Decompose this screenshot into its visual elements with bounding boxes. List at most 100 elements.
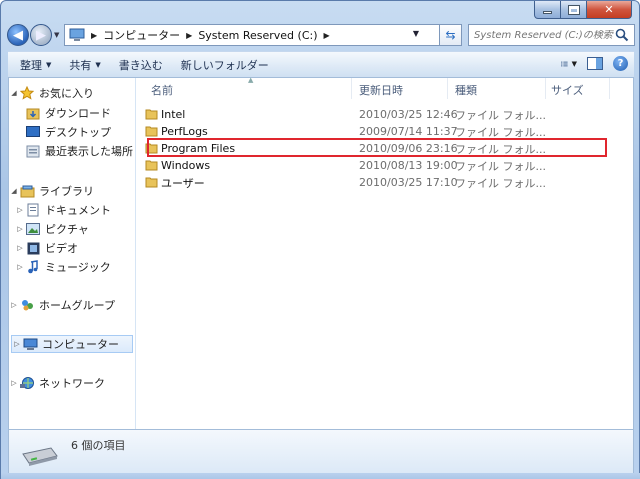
file-date: 2009/07/14 11:37 (359, 125, 458, 138)
expand-arrow-icon[interactable]: ▷ (15, 206, 25, 214)
details-pane: 6 個の項目 (8, 429, 634, 473)
minimize-button[interactable] (534, 1, 561, 19)
expand-arrow-icon[interactable]: ▷ (15, 225, 25, 233)
refresh-button[interactable]: ⇆ (440, 24, 462, 46)
view-list-icon (561, 61, 568, 66)
breadcrumb-drive[interactable]: System Reserved (C:) (198, 29, 317, 42)
breadcrumb-separator-icon[interactable]: ▶ (324, 31, 330, 40)
new-folder-label: 新しいフォルダー (180, 58, 269, 72)
nav-network[interactable]: ▷ ネットワーク (9, 374, 135, 392)
toolbar-right: ▼ ? (561, 56, 628, 71)
nav-computer[interactable]: ▷ コンピューター (11, 335, 133, 353)
forward-button[interactable]: ▶ (30, 24, 52, 46)
file-row[interactable]: ユーザー 2010/03/25 17:10 ファイル フォル... (145, 174, 603, 191)
help-button[interactable]: ? (613, 56, 628, 71)
file-type: ファイル フォル... (455, 176, 546, 190)
column-header-type[interactable]: 種類 (455, 82, 477, 98)
column-divider[interactable] (447, 78, 448, 99)
file-name: Windows (161, 159, 211, 172)
file-type: ファイル フォル... (455, 159, 546, 173)
share-button[interactable]: 共有 ▼ (69, 57, 100, 73)
nav-pictures-label: ピクチャ (45, 223, 89, 236)
expand-arrow-icon[interactable]: ▷ (9, 379, 19, 387)
expand-arrow-icon[interactable]: ▷ (9, 301, 19, 309)
file-list-pane: ▲ 名前 更新日時 種類 サイズ Intel 2010/03/25 12:46 … (137, 76, 633, 429)
nav-videos[interactable]: ▷ ビデオ (15, 239, 135, 257)
nav-recent-places[interactable]: 最近表示した場所 (25, 142, 135, 160)
content-area: ◢ お気に入り ダウンロード デスクトップ 最近表示した場所 ◢ ライブラリ ▷… (8, 76, 634, 429)
close-icon: ✕ (604, 3, 614, 16)
expand-arrow-icon[interactable]: ▷ (15, 244, 25, 252)
file-date: 2010/03/25 12:46 (359, 108, 458, 121)
file-row[interactable]: Windows 2010/08/13 19:00 ファイル フォル... (145, 157, 603, 174)
breadcrumb-separator-icon[interactable]: ▶ (91, 31, 97, 40)
nav-music-label: ミュージック (45, 261, 111, 274)
address-dropdown-icon[interactable]: ▼ (413, 29, 419, 38)
maximize-button[interactable] (561, 1, 587, 19)
window-frame-bottom (1, 473, 640, 479)
expand-arrow-icon[interactable]: ▷ (12, 340, 22, 348)
preview-pane-button[interactable] (587, 57, 603, 71)
downloads-folder-icon (25, 106, 41, 120)
nav-libraries[interactable]: ◢ ライブラリ (9, 182, 135, 200)
videos-icon (25, 241, 41, 255)
close-button[interactable]: ✕ (587, 1, 632, 19)
help-icon: ? (617, 58, 624, 69)
nav-documents[interactable]: ▷ ドキュメント (15, 201, 135, 219)
column-header-modified[interactable]: 更新日時 (359, 82, 403, 98)
chevron-down-icon: ▼ (95, 60, 101, 69)
burn-button[interactable]: 書き込む (119, 57, 163, 73)
star-icon (19, 86, 35, 100)
nav-desktop[interactable]: デスクトップ (25, 123, 135, 141)
change-view-button[interactable]: ▼ (561, 57, 577, 71)
breadcrumb-computer[interactable]: コンピューター (103, 27, 180, 43)
recent-pages-dropdown[interactable]: ▼ (54, 31, 59, 39)
navigation-pane: ◢ お気に入り ダウンロード デスクトップ 最近表示した場所 ◢ ライブラリ ▷… (9, 78, 136, 429)
file-type: ファイル フォル... (455, 108, 546, 122)
chevron-down-icon[interactable]: ▼ (572, 60, 577, 68)
computer-icon (22, 337, 38, 351)
preview-pane-icon (587, 57, 603, 70)
forward-arrow-icon: ▶ (36, 27, 46, 43)
breadcrumb-separator-icon[interactable]: ▶ (186, 31, 192, 40)
nav-videos-label: ビデオ (45, 242, 78, 255)
collapse-arrow-icon[interactable]: ◢ (9, 187, 19, 195)
back-arrow-icon: ◀ (13, 27, 23, 43)
nav-downloads[interactable]: ダウンロード (25, 104, 135, 122)
desktop-icon (25, 125, 41, 139)
command-bar: 整理 ▼ 共有 ▼ 書き込む 新しいフォルダー ▼ ? (8, 51, 634, 78)
file-row[interactable]: Intel 2010/03/25 12:46 ファイル フォル... (145, 106, 603, 123)
nav-downloads-label: ダウンロード (45, 107, 111, 120)
highlight-box (147, 138, 607, 157)
address-bar[interactable]: ▶ コンピューター ▶ System Reserved (C:) ▶ ▼ (64, 24, 440, 46)
search-box[interactable] (468, 24, 635, 46)
file-date: 2010/03/25 17:10 (359, 176, 458, 189)
sort-ascending-icon: ▲ (248, 76, 254, 84)
library-icon (19, 184, 35, 198)
column-divider[interactable] (545, 78, 546, 99)
expand-arrow-icon[interactable]: ▷ (15, 263, 25, 271)
minimize-icon (543, 11, 552, 14)
new-folder-button[interactable]: 新しいフォルダー (181, 57, 269, 73)
nav-desktop-label: デスクトップ (45, 126, 111, 139)
chevron-down-icon: ▼ (46, 60, 52, 69)
organize-button[interactable]: 整理 ▼ (20, 57, 51, 73)
documents-icon (25, 203, 41, 217)
burn-label: 書き込む (118, 58, 163, 72)
column-divider[interactable] (351, 78, 352, 99)
search-input[interactable] (474, 29, 614, 41)
nav-recent-label: 最近表示した場所 (45, 145, 133, 158)
homegroup-icon (19, 298, 35, 312)
search-icon[interactable] (615, 28, 629, 42)
column-header-name[interactable]: 名前 (151, 82, 173, 98)
nav-music[interactable]: ▷ ミュージック (15, 258, 135, 276)
column-divider[interactable] (609, 78, 610, 99)
collapse-arrow-icon[interactable]: ◢ (9, 89, 19, 97)
back-button[interactable]: ◀ (7, 24, 29, 46)
nav-favorites[interactable]: ◢ お気に入り (9, 84, 135, 102)
recent-places-icon (25, 144, 41, 158)
nav-pictures[interactable]: ▷ ピクチャ (15, 220, 135, 238)
nav-homegroup[interactable]: ▷ ホームグループ (9, 296, 135, 314)
column-header-size[interactable]: サイズ (551, 82, 584, 98)
file-date: 2010/08/13 19:00 (359, 159, 458, 172)
